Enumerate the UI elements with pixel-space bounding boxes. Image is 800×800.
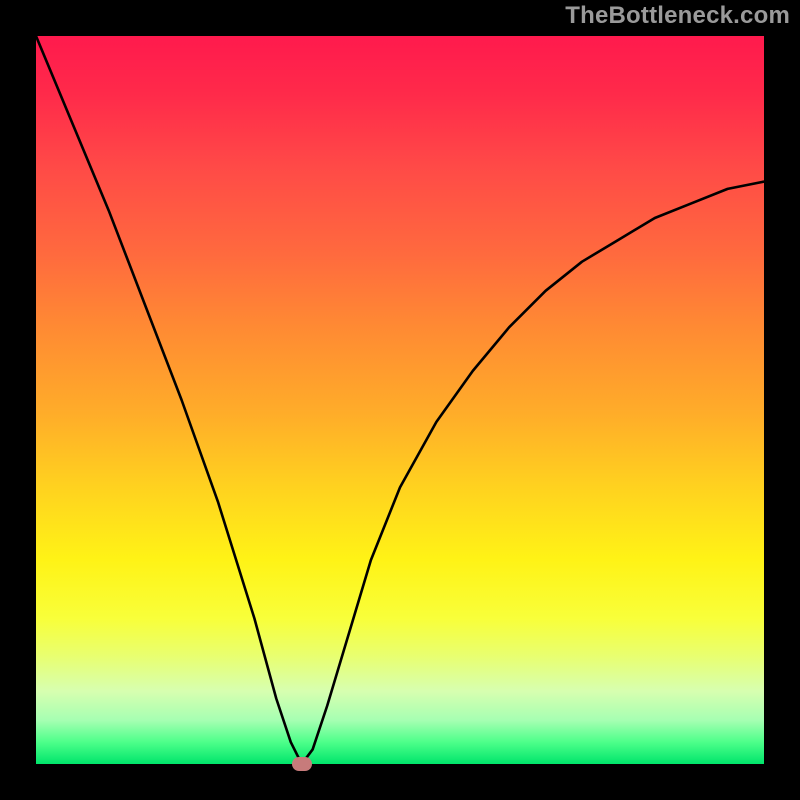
chart-container: TheBottleneck.com bbox=[0, 0, 800, 800]
curve-svg-layer bbox=[36, 36, 764, 764]
bottleneck-curve bbox=[36, 36, 764, 764]
optimum-marker bbox=[292, 757, 312, 771]
watermark-text: TheBottleneck.com bbox=[565, 2, 790, 30]
